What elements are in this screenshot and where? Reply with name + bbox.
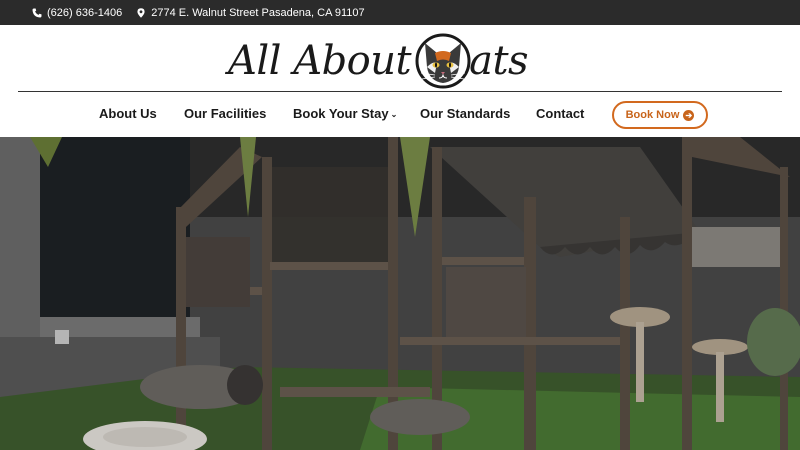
nav-our-facilities[interactable]: Our Facilities <box>184 106 266 121</box>
address-link[interactable]: 2774 E. Walnut Street Pasadena, CA 91107 <box>136 6 365 19</box>
cat-enclosures-photo <box>0 137 800 450</box>
hero-image <box>0 137 800 450</box>
address-text: 2774 E. Walnut Street Pasadena, CA 91107 <box>151 6 365 19</box>
logo-text-right: ats <box>469 38 529 84</box>
cat-head-icon <box>415 33 471 89</box>
phone-icon <box>32 8 42 17</box>
map-marker-icon <box>137 7 145 18</box>
site-logo[interactable]: All About ats <box>228 31 548 91</box>
chevron-down-icon: ⌄ <box>390 110 398 119</box>
nav-contact[interactable]: Contact <box>536 106 584 121</box>
nav-book-your-stay-label: Book Your Stay <box>293 106 389 121</box>
phone-number: (626) 636-1406 <box>47 6 123 19</box>
header-divider <box>18 91 782 92</box>
nav-our-standards[interactable]: Our Standards <box>420 106 510 121</box>
book-now-button[interactable]: Book Now ➔ <box>612 101 708 129</box>
arrow-right-circle-icon: ➔ <box>683 109 695 121</box>
nav-book-your-stay[interactable]: Book Your Stay ⌄ <box>293 106 397 121</box>
book-now-label: Book Now <box>625 109 680 121</box>
nav-about-us[interactable]: About Us <box>99 106 157 121</box>
top-info-bar: (626) 636-1406 2774 E. Walnut Street Pas… <box>0 0 800 25</box>
phone-link[interactable]: (626) 636-1406 <box>32 7 122 19</box>
logo-text-left: All About <box>228 38 412 84</box>
